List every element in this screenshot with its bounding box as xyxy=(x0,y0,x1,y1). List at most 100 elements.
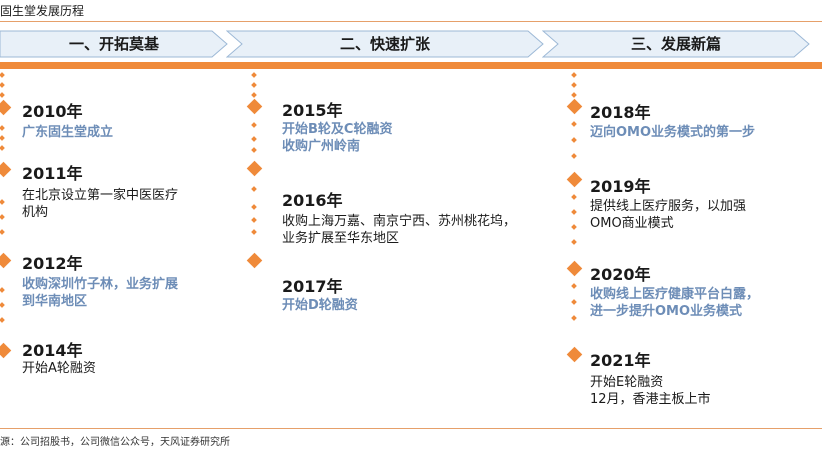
timeline-dot xyxy=(571,315,577,321)
event-description: 在北京设立第一家中医医疗 机构 xyxy=(22,187,178,221)
event-year: 2017年 xyxy=(282,277,343,296)
timeline-dot xyxy=(571,299,577,305)
timeline-dot xyxy=(251,229,257,235)
timeline-bar xyxy=(0,62,822,69)
description-line: 进一步提升OMO业务模式 xyxy=(590,304,743,319)
description-line: 在北京设立第一家中医医疗 xyxy=(22,188,179,203)
event-description: 广东固生堂成立 xyxy=(22,124,113,141)
event-description: 收购深圳竹子林，业务扩展 到华南地区 xyxy=(22,276,178,310)
phase-chevron-1: 一、开拓莫基 xyxy=(0,30,228,58)
description-line: 迈向OMO业务模式的第一步 xyxy=(590,125,756,140)
event-marker xyxy=(0,342,12,359)
timeline-dot xyxy=(571,283,577,289)
timeline-dot xyxy=(0,199,5,205)
description-line: 收购线上医疗健康平台白露， xyxy=(590,287,760,302)
description-line: OMO商业模式 xyxy=(590,216,674,231)
description-line: 广东固生堂成立 xyxy=(22,125,114,140)
timeline-dot xyxy=(571,121,577,127)
event-description: 提供线上医疗服务，以加强 OMO商业模式 xyxy=(590,198,746,232)
description-line: 机构 xyxy=(22,205,49,220)
timeline-dot xyxy=(571,153,577,159)
timeline-dot xyxy=(571,82,577,88)
page-title: 固生堂发展历程 xyxy=(0,4,85,18)
timeline-dot xyxy=(571,209,577,215)
event-year: 2018年 xyxy=(590,103,651,122)
description-line: 收购深圳竹子林，业务扩展 xyxy=(22,277,179,292)
event-marker xyxy=(0,99,12,116)
event-description: 开始A轮融资 xyxy=(22,360,96,377)
description-line: 开始E轮融资 xyxy=(590,375,664,390)
event-marker xyxy=(246,98,263,115)
event-marker xyxy=(0,252,12,269)
timeline-column-3: 2018年 迈向OMO业务模式的第一步 2019年 提供线上医疗服务，以加强 O… xyxy=(566,70,822,426)
event-year: 2016年 xyxy=(282,191,343,210)
event-marker xyxy=(566,171,583,188)
timeline-column-2: 2015年 开始B轮及C轮融资 收购广州岭南 2016年 收购上海万嘉、南京宁西… xyxy=(246,70,516,426)
description-line: 开始D轮融资 xyxy=(282,298,358,313)
phase-label: 三、发展新篇 xyxy=(630,35,721,53)
event-year: 2021年 xyxy=(590,351,651,370)
timeline-dot xyxy=(0,82,5,88)
description-line: 业务扩展至华东地区 xyxy=(282,231,400,246)
timeline-dot xyxy=(571,224,577,230)
timeline-dot xyxy=(251,217,257,223)
timeline-dot xyxy=(0,92,5,98)
event-description: 收购上海万嘉、南京宁西、苏州桃花坞， 业务扩展至华东地区 xyxy=(282,213,516,247)
description-line: 收购上海万嘉、南京宁西、苏州桃花坞， xyxy=(282,214,517,229)
timeline-dot xyxy=(571,92,577,98)
timeline-dot xyxy=(571,137,577,143)
event-marker xyxy=(246,252,263,269)
timeline-column-1: 2010年 广东固生堂成立 2011年 在北京设立第一家中医医疗 机构 2012… xyxy=(0,70,260,426)
timeline-dot xyxy=(251,92,257,98)
description-line: 开始A轮融资 xyxy=(22,361,96,376)
event-marker xyxy=(566,346,583,363)
description-line: 提供线上医疗服务，以加强 xyxy=(590,199,747,214)
event-description: 开始E轮融资 12月，香港主板上市 xyxy=(590,374,711,408)
phase-chevron-3: 三、发展新篇 xyxy=(542,30,810,58)
phase-label: 一、开拓莫基 xyxy=(68,35,159,53)
timeline-dot xyxy=(0,214,5,220)
timeline-dot xyxy=(251,204,257,210)
event-description: 收购线上医疗健康平台白露， 进一步提升OMO业务模式 xyxy=(590,286,759,320)
timeline-dot xyxy=(571,239,577,245)
timeline-dot xyxy=(571,72,577,78)
event-description: 开始B轮及C轮融资 收购广州岭南 xyxy=(282,121,392,155)
timeline-dot xyxy=(0,125,5,131)
event-description: 开始D轮融资 xyxy=(282,297,358,314)
description-line: 开始B轮及C轮融资 xyxy=(282,122,393,137)
top-divider xyxy=(0,21,822,22)
source-note: 源：公司招股书，公司微信公众号，天风证券研究所 xyxy=(0,437,230,448)
phase-label: 二、快速扩张 xyxy=(339,35,430,53)
event-description: 迈向OMO业务模式的第一步 xyxy=(590,124,755,141)
description-line: 到华南地区 xyxy=(22,294,88,309)
timeline-dot xyxy=(0,135,5,141)
timeline-dot xyxy=(251,147,257,153)
event-year: 2020年 xyxy=(590,265,651,284)
timeline-dot xyxy=(0,145,5,151)
event-marker xyxy=(566,98,583,115)
event-marker xyxy=(566,260,583,277)
timeline-dot xyxy=(251,72,257,78)
phase-chevron-2: 二、快速扩张 xyxy=(226,30,544,58)
event-year: 2014年 xyxy=(22,341,83,360)
timeline-dot xyxy=(251,186,257,192)
timeline-dot xyxy=(251,122,257,128)
timeline-dot xyxy=(571,194,577,200)
timeline-dot xyxy=(251,136,257,142)
event-year: 2012年 xyxy=(22,254,83,273)
timeline-dot xyxy=(251,82,257,88)
event-year: 2010年 xyxy=(22,102,83,121)
description-line: 12月，香港主板上市 xyxy=(590,392,711,407)
description-line: 收购广州岭南 xyxy=(282,139,361,154)
timeline-dot xyxy=(0,72,5,78)
timeline-dot xyxy=(0,229,5,235)
event-year: 2015年 xyxy=(282,101,343,120)
event-marker xyxy=(246,160,263,177)
timeline-dot xyxy=(0,287,5,293)
event-year: 2019年 xyxy=(590,177,651,196)
event-marker xyxy=(0,161,12,178)
timeline-dot xyxy=(0,317,5,323)
bottom-divider xyxy=(0,428,822,429)
event-year: 2011年 xyxy=(22,164,83,183)
timeline-dot xyxy=(0,302,5,308)
